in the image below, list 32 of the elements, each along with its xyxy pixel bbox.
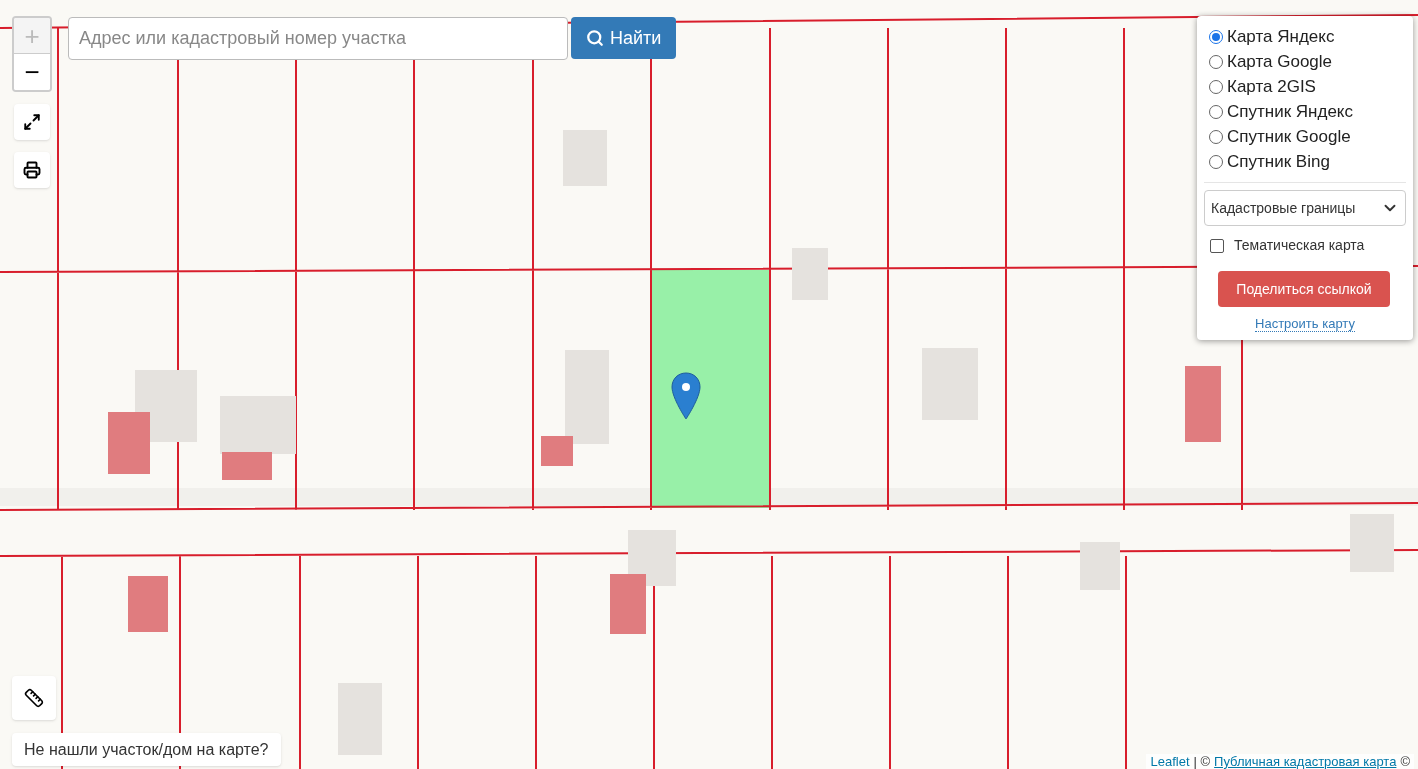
ruler-button[interactable] (12, 676, 56, 720)
cadastral-map-link[interactable]: Публичная кадастровая карта (1214, 754, 1397, 769)
radio-button[interactable] (1209, 29, 1223, 44)
print-button[interactable] (14, 152, 50, 188)
overlay-select[interactable]: Кадастровые границы (1204, 190, 1406, 226)
share-link-button[interactable]: Поделиться ссылкой (1218, 271, 1390, 307)
not-found-button[interactable]: Не нашли участок/дом на карте? (12, 733, 281, 766)
search-field[interactable]: Адрес или кадастровый номер участка (68, 17, 568, 60)
attribution-text: © (1400, 754, 1410, 769)
layer-option[interactable]: Спутник Bing (1209, 149, 1406, 174)
radio-button[interactable] (1209, 79, 1223, 94)
layer-option[interactable]: Карта Google (1209, 49, 1406, 74)
map-marker-icon[interactable] (671, 372, 701, 420)
leaflet-link[interactable]: Leaflet (1150, 754, 1190, 769)
radio-button[interactable] (1209, 54, 1223, 69)
search-icon (586, 29, 604, 47)
radio-button[interactable] (1209, 104, 1223, 119)
attribution-separator: | © (1193, 754, 1211, 769)
radio-button[interactable] (1209, 154, 1223, 169)
checkbox-label: Тематическая карта (1234, 236, 1365, 255)
printer-icon (23, 161, 41, 179)
checkbox[interactable] (1210, 238, 1224, 253)
fullscreen-button[interactable] (14, 104, 50, 140)
expand-icon (23, 113, 41, 131)
layer-option[interactable]: Карта 2GIS (1209, 74, 1406, 99)
layer-option[interactable]: Спутник Яндекс (1209, 99, 1406, 124)
layer-option[interactable]: Спутник Google (1209, 124, 1406, 149)
radio-button[interactable] (1209, 129, 1223, 144)
configure-map-link[interactable]: Настроить карту (1255, 317, 1355, 332)
ruler-icon (24, 688, 44, 708)
search-button[interactable]: Найти (571, 17, 677, 59)
layer-option[interactable]: Карта Яндекс (1209, 24, 1406, 49)
